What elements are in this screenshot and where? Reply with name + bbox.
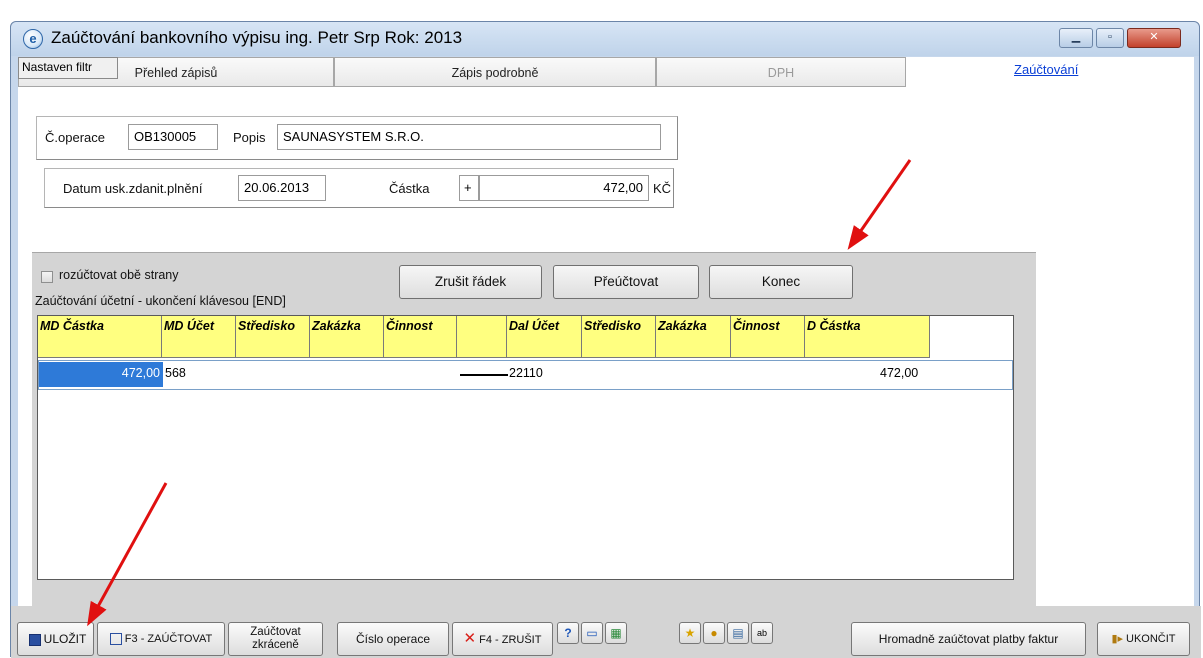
tab-dph[interactable]: DPH [656, 57, 906, 87]
coins-icon[interactable]: ● [703, 622, 725, 644]
col-dal-ucet[interactable]: Dal Účet [507, 316, 582, 358]
zrusit-radek-button[interactable]: Zrušit řádek [399, 265, 542, 299]
ulozit-label: ULOŽIT [43, 632, 87, 646]
zkracene-line-2: zkráceně [252, 639, 299, 651]
maximize-button[interactable]: ▫ [1096, 28, 1124, 48]
col-d-stredisko[interactable]: Středisko [582, 316, 656, 358]
cislo-operace-button[interactable]: Číslo operace [337, 622, 449, 656]
popis-field[interactable]: SAUNASYSTEM S.R.O. [277, 124, 661, 150]
app-e-icon: e [23, 29, 43, 49]
col-md-stredisko[interactable]: Středisko [236, 316, 310, 358]
document-icon[interactable]: ▤ [727, 622, 749, 644]
save-icon [28, 633, 41, 646]
tab-label: DPH [767, 66, 795, 80]
star-icon[interactable]: ★ [679, 622, 701, 644]
spellcheck-icon[interactable]: ab [751, 622, 773, 644]
close-button[interactable]: ✕ [1127, 28, 1181, 48]
title-bar[interactable]: e Zaúčtování bankovního výpisu ing. Petr… [11, 22, 1199, 56]
col-md-castka[interactable]: MD Částka [38, 316, 162, 358]
cell-d-castka[interactable]: 472,00 [880, 366, 918, 380]
col-d-castka[interactable]: D Částka [805, 316, 930, 358]
konec-button[interactable]: Konec [709, 265, 853, 299]
zauctovat-button[interactable]: F3 - ZAÚČTOVAT [97, 622, 225, 656]
window-title: Zaúčtování bankovního výpisu ing. Petr S… [51, 28, 463, 47]
cislo-operace-field[interactable]: OB130005 [128, 124, 218, 150]
tab-zauctovani-link[interactable]: Zaúčtování [1014, 62, 1078, 77]
operation-group: Č.operace OB130005 Popis SAUNASYSTEM S.R… [36, 116, 678, 160]
zauctovat-zkracene-button[interactable]: Zaúčtovat zkráceně [228, 622, 323, 656]
delete-x-icon: ✕ [463, 630, 477, 647]
minimize-button[interactable]: ▁ [1059, 28, 1093, 48]
col-md-zakazka[interactable]: Zakázka [310, 316, 384, 358]
tab-label: Zápis podrobně [451, 66, 539, 80]
exit-door-icon: ▮▸ [1111, 633, 1124, 645]
datum-label: Datum usk.zdanit.plnění [63, 181, 203, 196]
currency-label: KČ [653, 181, 672, 196]
posting-panel: rozúčtovat obě strany Zaúčtování účetní … [32, 252, 1036, 642]
row-separator-line [460, 374, 508, 376]
castka-field[interactable]: 472,00 [479, 175, 649, 201]
tab-zapis-podrobne[interactable]: Zápis podrobně [334, 57, 656, 87]
content-area: Přehled zápisů Nastaven filtr Zápis podr… [18, 57, 1194, 647]
tab-bar: Přehled zápisů Nastaven filtr Zápis podr… [18, 57, 1194, 87]
col-separator[interactable] [457, 316, 507, 358]
col-md-ucet[interactable]: MD Účet [162, 316, 236, 358]
zrusit-label: F4 - ZRUŠIT [479, 634, 542, 646]
split-both-label: rozúčtovat obě strany [59, 268, 179, 282]
main-window: e Zaúčtování bankovního výpisu ing. Petr… [10, 21, 1201, 658]
castka-sign-field[interactable]: + [459, 175, 479, 201]
posting-hint: Zaúčtování účetní - ukončení klávesou [E… [35, 294, 286, 308]
tab-label: Přehled zápisů [134, 66, 218, 80]
edit-icon [109, 633, 122, 646]
ukoncit-label: UKONČIT [1126, 633, 1176, 645]
help-icon[interactable]: ? [557, 622, 579, 644]
preuctovat-button[interactable]: Přeúčtovat [553, 265, 699, 299]
amount-group: Datum usk.zdanit.plnění 20.06.2013 Částk… [44, 168, 674, 208]
split-both-checkbox[interactable] [41, 271, 53, 283]
col-d-zakazka[interactable]: Zakázka [656, 316, 731, 358]
filter-indicator[interactable]: Nastaven filtr [18, 57, 118, 79]
cell-dal-ucet[interactable]: 22110 [509, 366, 543, 380]
zkracene-line-1: Zaúčtovat [250, 626, 301, 638]
window-icon[interactable]: ▭ [581, 622, 603, 644]
cell-md-ucet[interactable]: 568 [165, 366, 186, 380]
bottom-toolbar: ULOŽIT F3 - ZAÚČTOVAT Zaúčtovat zkráceně… [11, 606, 1201, 658]
ukoncit-button[interactable]: ▮▸ UKONČIT [1097, 622, 1190, 656]
col-d-cinnost[interactable]: Činnost [731, 316, 805, 358]
castka-label: Částka [389, 181, 430, 196]
zrusit-button[interactable]: ✕ F4 - ZRUŠIT [452, 622, 553, 656]
posting-grid: MD Částka MD Účet Středisko Zakázka Činn… [37, 315, 1014, 580]
zauctovat-label: F3 - ZAÚČTOVAT [124, 633, 213, 645]
cell-md-castka[interactable]: 472,00 [39, 362, 163, 387]
calculator-icon[interactable]: ▦ [605, 622, 627, 644]
hromadne-zauctovat-button[interactable]: Hromadně zaúčtovat platby faktur [851, 622, 1086, 656]
col-md-cinnost[interactable]: Činnost [384, 316, 457, 358]
popis-label: Popis [233, 130, 266, 145]
cislo-operace-label: Č.operace [45, 130, 105, 145]
datum-field[interactable]: 20.06.2013 [238, 175, 326, 201]
ulozit-button[interactable]: ULOŽIT [17, 622, 94, 656]
